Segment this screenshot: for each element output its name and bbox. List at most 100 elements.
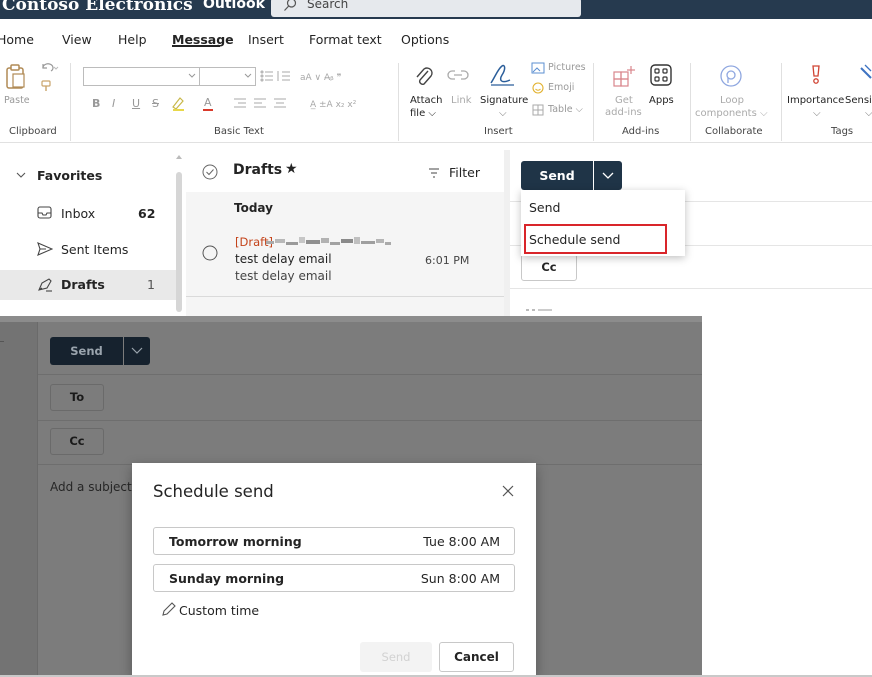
overlay-edge-mark <box>0 341 4 342</box>
ribbon-separator <box>593 63 594 141</box>
message-preview: test delay email <box>235 269 332 283</box>
message-select-checkbox-icon[interactable] <box>202 245 218 261</box>
cc-button[interactable]: Cc <box>521 254 577 281</box>
close-icon[interactable] <box>502 485 514 497</box>
signature-label[interactable]: Signature <box>480 95 528 107</box>
dialog-cancel-button[interactable]: Cancel <box>439 642 514 672</box>
menu-home[interactable]: Home <box>0 32 34 47</box>
underline-button[interactable]: U <box>132 97 140 110</box>
loop-icon[interactable] <box>719 64 743 88</box>
ribbon-separator <box>690 63 691 141</box>
menu-insert[interactable]: Insert <box>248 32 284 47</box>
schedule-send-highlight <box>524 224 667 254</box>
pictures-label[interactable]: Pictures <box>548 62 586 73</box>
menu-item-send[interactable]: Send <box>529 200 560 215</box>
chevron-down-icon <box>602 172 614 179</box>
attach-file-label[interactable]: file ⌵ <box>410 108 436 120</box>
emoji-label[interactable]: Emoji <box>548 82 574 93</box>
add-ins-small-label[interactable]: add-ins <box>605 107 642 119</box>
ribbon-separator <box>398 63 399 141</box>
dimmed-send-options-button <box>124 337 150 365</box>
importance-label[interactable]: Importance <box>787 95 844 107</box>
add-ins-group-label: Add-ins <box>622 126 660 137</box>
emoji-icon <box>532 82 544 94</box>
clipboard-group-label: Clipboard <box>9 126 57 137</box>
svg-text:aA ∨ A̶ᵦ ❞: aA ∨ A̶ᵦ ❞ <box>300 73 342 83</box>
overlay-divider <box>38 374 702 375</box>
chevron-down-icon <box>244 73 252 78</box>
send-button[interactable]: Send <box>521 161 593 190</box>
apps-label[interactable]: Apps <box>649 95 674 107</box>
list-and-style-icons[interactable]: aA ∨ A̶ᵦ ❞ <box>260 69 372 83</box>
dialog-send-button[interactable]: Send <box>360 642 432 672</box>
message-subject[interactable]: test delay email <box>235 252 332 266</box>
faded-subject-placeholder <box>526 309 552 311</box>
filter-icon[interactable] <box>428 168 440 178</box>
folder-drafts-label[interactable]: Drafts <box>61 277 105 292</box>
ribbon-separator <box>781 63 782 141</box>
strikethrough-button[interactable]: S <box>152 97 159 110</box>
loop-label[interactable]: Loop <box>720 95 744 107</box>
format-painter-icon[interactable] <box>41 80 51 92</box>
paste-icon[interactable] <box>5 64 27 90</box>
scroll-up-icon[interactable] <box>175 154 183 160</box>
send-options-button[interactable] <box>594 161 622 190</box>
option-label: Tomorrow morning <box>169 534 302 549</box>
redacted-recipient <box>266 237 391 245</box>
group-header-today: Today <box>234 201 273 215</box>
link-icon[interactable] <box>447 68 469 82</box>
signature-icon[interactable] <box>488 63 518 87</box>
title-bar: Contoso Electronics Outlook Search <box>0 0 872 19</box>
attach-label[interactable]: Attach <box>410 95 442 107</box>
link-label[interactable]: Link <box>451 95 471 107</box>
folder-inbox-label[interactable]: Inbox <box>61 206 95 221</box>
importance-icon[interactable] <box>810 64 822 86</box>
option-time: Sun 8:00 AM <box>420 571 500 586</box>
menu-format-text[interactable]: Format text <box>309 32 382 47</box>
svg-text:A̲ ±A x₂ x²: A̲ ±A x₂ x² <box>310 100 357 110</box>
italic-button[interactable]: I <box>112 97 115 110</box>
basic-text-group-label: Basic Text <box>214 126 264 137</box>
option-sunday-morning[interactable]: Sunday morning Sun 8:00 AM <box>153 564 515 592</box>
chevron-down-icon: ⌵ <box>865 108 872 119</box>
select-all-checkbox-icon[interactable] <box>202 164 218 180</box>
dialog-title: Schedule send <box>153 482 274 501</box>
inbox-icon <box>37 206 52 219</box>
folder-pane-scrollbar[interactable] <box>176 172 182 312</box>
folder-inbox-count: 62 <box>138 206 156 221</box>
menu-bar: Home View Help Message Insert Format tex… <box>0 19 872 59</box>
sensitivity-icon[interactable] <box>859 64 872 84</box>
filter-button[interactable]: Filter <box>449 165 480 180</box>
menu-options[interactable]: Options <box>401 32 449 47</box>
font-name-combo[interactable] <box>83 67 200 86</box>
search-box[interactable]: Search <box>271 0 581 17</box>
overlay-left-column <box>0 322 38 677</box>
menu-help[interactable]: Help <box>118 32 147 47</box>
app-name: Outlook <box>203 0 265 12</box>
dimmed-to-button: To <box>50 384 104 411</box>
attach-icon[interactable] <box>414 65 434 87</box>
sensitivity-label[interactable]: Sensit <box>845 95 872 107</box>
table-label[interactable]: Table ⌵ <box>548 104 583 115</box>
message-divider <box>186 296 504 297</box>
search-icon <box>284 0 297 11</box>
favorites-header[interactable]: Favorites <box>37 168 102 183</box>
folder-sent-items-label[interactable]: Sent Items <box>61 242 128 257</box>
search-placeholder: Search <box>307 0 349 11</box>
option-tomorrow-morning[interactable]: Tomorrow morning Tue 8:00 AM <box>153 527 515 555</box>
bold-button[interactable]: B <box>92 97 100 110</box>
chevron-down-icon[interactable] <box>16 172 26 180</box>
undo-icon[interactable] <box>39 62 61 74</box>
compose-divider <box>510 288 872 289</box>
brand-name: Contoso Electronics <box>2 0 193 15</box>
menu-view[interactable]: View <box>62 32 92 47</box>
apps-icon[interactable] <box>650 64 672 86</box>
star-icon[interactable]: ★ <box>285 161 298 177</box>
get-add-ins-label[interactable]: Get <box>615 95 633 107</box>
active-tab-underline <box>172 45 220 47</box>
text-format-icons[interactable]: A A̲ ±A x₂ x² <box>170 94 390 112</box>
loop-components-label[interactable]: components ⌵ <box>695 108 768 120</box>
dimmed-cc-button: Cc <box>50 428 104 455</box>
custom-time-link[interactable]: Custom time <box>179 603 259 618</box>
get-add-ins-icon[interactable] <box>612 64 636 88</box>
